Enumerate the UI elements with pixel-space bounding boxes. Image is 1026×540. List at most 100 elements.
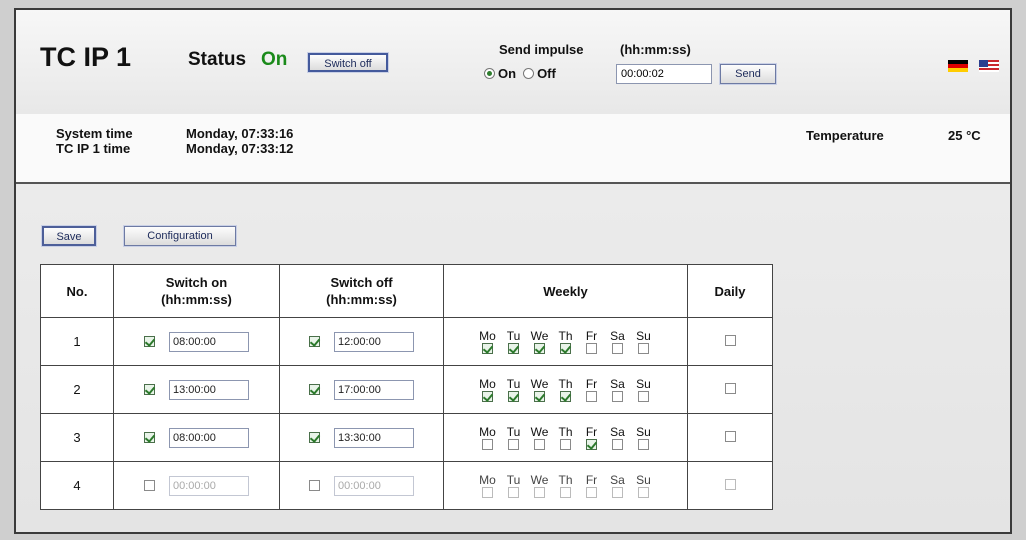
weekday-checkbox[interactable]	[560, 438, 571, 450]
weekday-label: We	[530, 424, 549, 439]
daily-checkbox[interactable]	[724, 479, 736, 490]
weekday-checkbox[interactable]	[508, 486, 519, 498]
switch-off-enable-checkbox[interactable]	[309, 480, 320, 491]
status-value: On	[261, 49, 288, 70]
impulse-on-radio[interactable]	[484, 68, 495, 79]
daily-cell	[687, 413, 773, 462]
device-time-label: TC IP 1 time	[56, 141, 131, 156]
switch-on-enable-checkbox[interactable]	[144, 480, 155, 491]
weekday-checkbox[interactable]	[534, 486, 545, 498]
weekday-checkbox[interactable]	[508, 390, 519, 402]
weekday-fr: Fr	[582, 472, 602, 498]
row-number: 3	[40, 413, 114, 462]
weekday-label: Su	[636, 376, 651, 391]
weekday-label: Fr	[585, 424, 598, 439]
weekday-tu: Tu	[504, 425, 524, 450]
weekday-checkbox[interactable]	[534, 438, 545, 450]
weekday-checkbox[interactable]	[560, 486, 571, 498]
save-button[interactable]: Save	[42, 226, 96, 246]
switch-off-time-input[interactable]	[334, 475, 414, 496]
weekday-sa: Sa	[608, 473, 628, 498]
switch-on-time-input[interactable]	[169, 475, 249, 496]
table-header-row: No. Switch on (hh:mm:ss) Switch off (hh:mm…	[40, 264, 773, 318]
weekday-checkbox[interactable]	[482, 486, 493, 498]
schedule-table: No. Switch on (hh:mm:ss) Switch off (hh:mm…	[40, 264, 773, 510]
row-number: 1	[40, 317, 114, 366]
weekday-checkbox[interactable]	[638, 342, 649, 354]
switch-on-time-input[interactable]	[169, 331, 249, 352]
send-button[interactable]: Send	[720, 64, 776, 84]
weekday-tu: Tu	[504, 329, 524, 354]
daily-checkbox[interactable]	[724, 383, 736, 394]
weekday-checkbox[interactable]	[638, 438, 649, 450]
switch-off-time-input[interactable]	[334, 331, 414, 352]
weekday-checkbox[interactable]	[586, 390, 597, 402]
impulse-duration-input[interactable]	[616, 64, 712, 84]
switch-off-time-input[interactable]	[334, 379, 414, 400]
switch-on-enable-checkbox[interactable]	[144, 432, 155, 443]
daily-cell	[687, 317, 773, 366]
weekday-su: Su	[634, 376, 654, 402]
row-number: 2	[40, 365, 114, 414]
weekday-checkbox[interactable]	[612, 438, 623, 450]
switch-on-enable-checkbox[interactable]	[144, 384, 155, 395]
temperature-value: 25 °C	[948, 128, 981, 143]
german-flag-icon[interactable]	[948, 60, 968, 72]
weekday-mo: Mo	[478, 425, 498, 450]
impulse-off-radio[interactable]	[523, 68, 535, 79]
weekday-checkbox[interactable]	[534, 342, 545, 354]
switch-off-time-input[interactable]	[334, 427, 414, 448]
weekday-th: Th	[556, 329, 576, 354]
weekday-checkbox[interactable]	[534, 390, 545, 402]
english-flag-icon[interactable]	[979, 60, 999, 72]
daily-cell	[687, 365, 773, 414]
switch-on-time-input[interactable]	[169, 379, 249, 400]
daily-checkbox[interactable]	[724, 431, 736, 442]
switch-on-time-input[interactable]	[169, 427, 249, 448]
switch-on-cell	[113, 365, 280, 414]
weekday-label: Fr	[585, 472, 598, 487]
switch-off-enable-checkbox[interactable]	[309, 432, 320, 443]
system-time-value: Monday, 07:33:16	[186, 126, 294, 141]
weekday-checkbox[interactable]	[612, 390, 623, 402]
weekday-checkbox[interactable]	[612, 342, 623, 354]
switch-off-button[interactable]: Switch off	[308, 53, 388, 72]
table-row: 1 Mo Tu We Th Fr Sa Su	[40, 317, 773, 366]
weekday-label: Sa	[610, 328, 625, 343]
row-number: 4	[40, 461, 114, 510]
weekday-checkbox[interactable]	[638, 390, 649, 402]
switch-off-enable-checkbox[interactable]	[309, 384, 320, 395]
daily-checkbox[interactable]	[724, 335, 736, 346]
weekday-checkbox[interactable]	[612, 486, 623, 498]
weekly-cell: Mo Tu We Th Fr Sa Su	[443, 365, 688, 414]
weekday-label: Sa	[610, 424, 625, 439]
weekday-su: Su	[634, 329, 654, 354]
switch-off-enable-checkbox[interactable]	[309, 336, 320, 347]
configuration-button[interactable]: Configuration	[124, 226, 236, 246]
switch-off-cell	[279, 317, 444, 366]
weekday-checkbox[interactable]	[482, 342, 493, 354]
weekday-checkbox[interactable]	[508, 342, 519, 354]
switch-off-cell	[279, 413, 444, 462]
weekday-checkbox[interactable]	[560, 342, 571, 354]
weekday-label: Th	[558, 472, 573, 487]
header-switch-on: Switch on (hh:mm:ss)	[113, 264, 280, 318]
switch-on-enable-checkbox[interactable]	[144, 336, 155, 347]
impulse-radio-group: On Off	[484, 66, 556, 81]
impulse-off-label: Off	[537, 66, 556, 81]
weekday-th: Th	[556, 425, 576, 450]
weekday-fr: Fr	[582, 424, 602, 450]
weekday-checkbox[interactable]	[586, 486, 597, 498]
weekday-checkbox[interactable]	[586, 438, 597, 450]
weekday-checkbox[interactable]	[638, 486, 649, 498]
weekday-checkbox[interactable]	[482, 438, 493, 450]
weekday-label: Fr	[585, 376, 598, 391]
weekday-checkbox[interactable]	[560, 390, 571, 402]
weekly-cell: Mo Tu We Th Fr Sa Su	[443, 461, 688, 510]
weekday-checkbox[interactable]	[508, 438, 519, 450]
weekday-checkbox[interactable]	[482, 390, 493, 402]
weekday-checkbox[interactable]	[586, 342, 597, 354]
header-no: No.	[40, 264, 114, 318]
weekday-sa: Sa	[608, 377, 628, 402]
header-bar: TC IP 1 Status On Switch off Send impuls…	[16, 10, 1010, 116]
